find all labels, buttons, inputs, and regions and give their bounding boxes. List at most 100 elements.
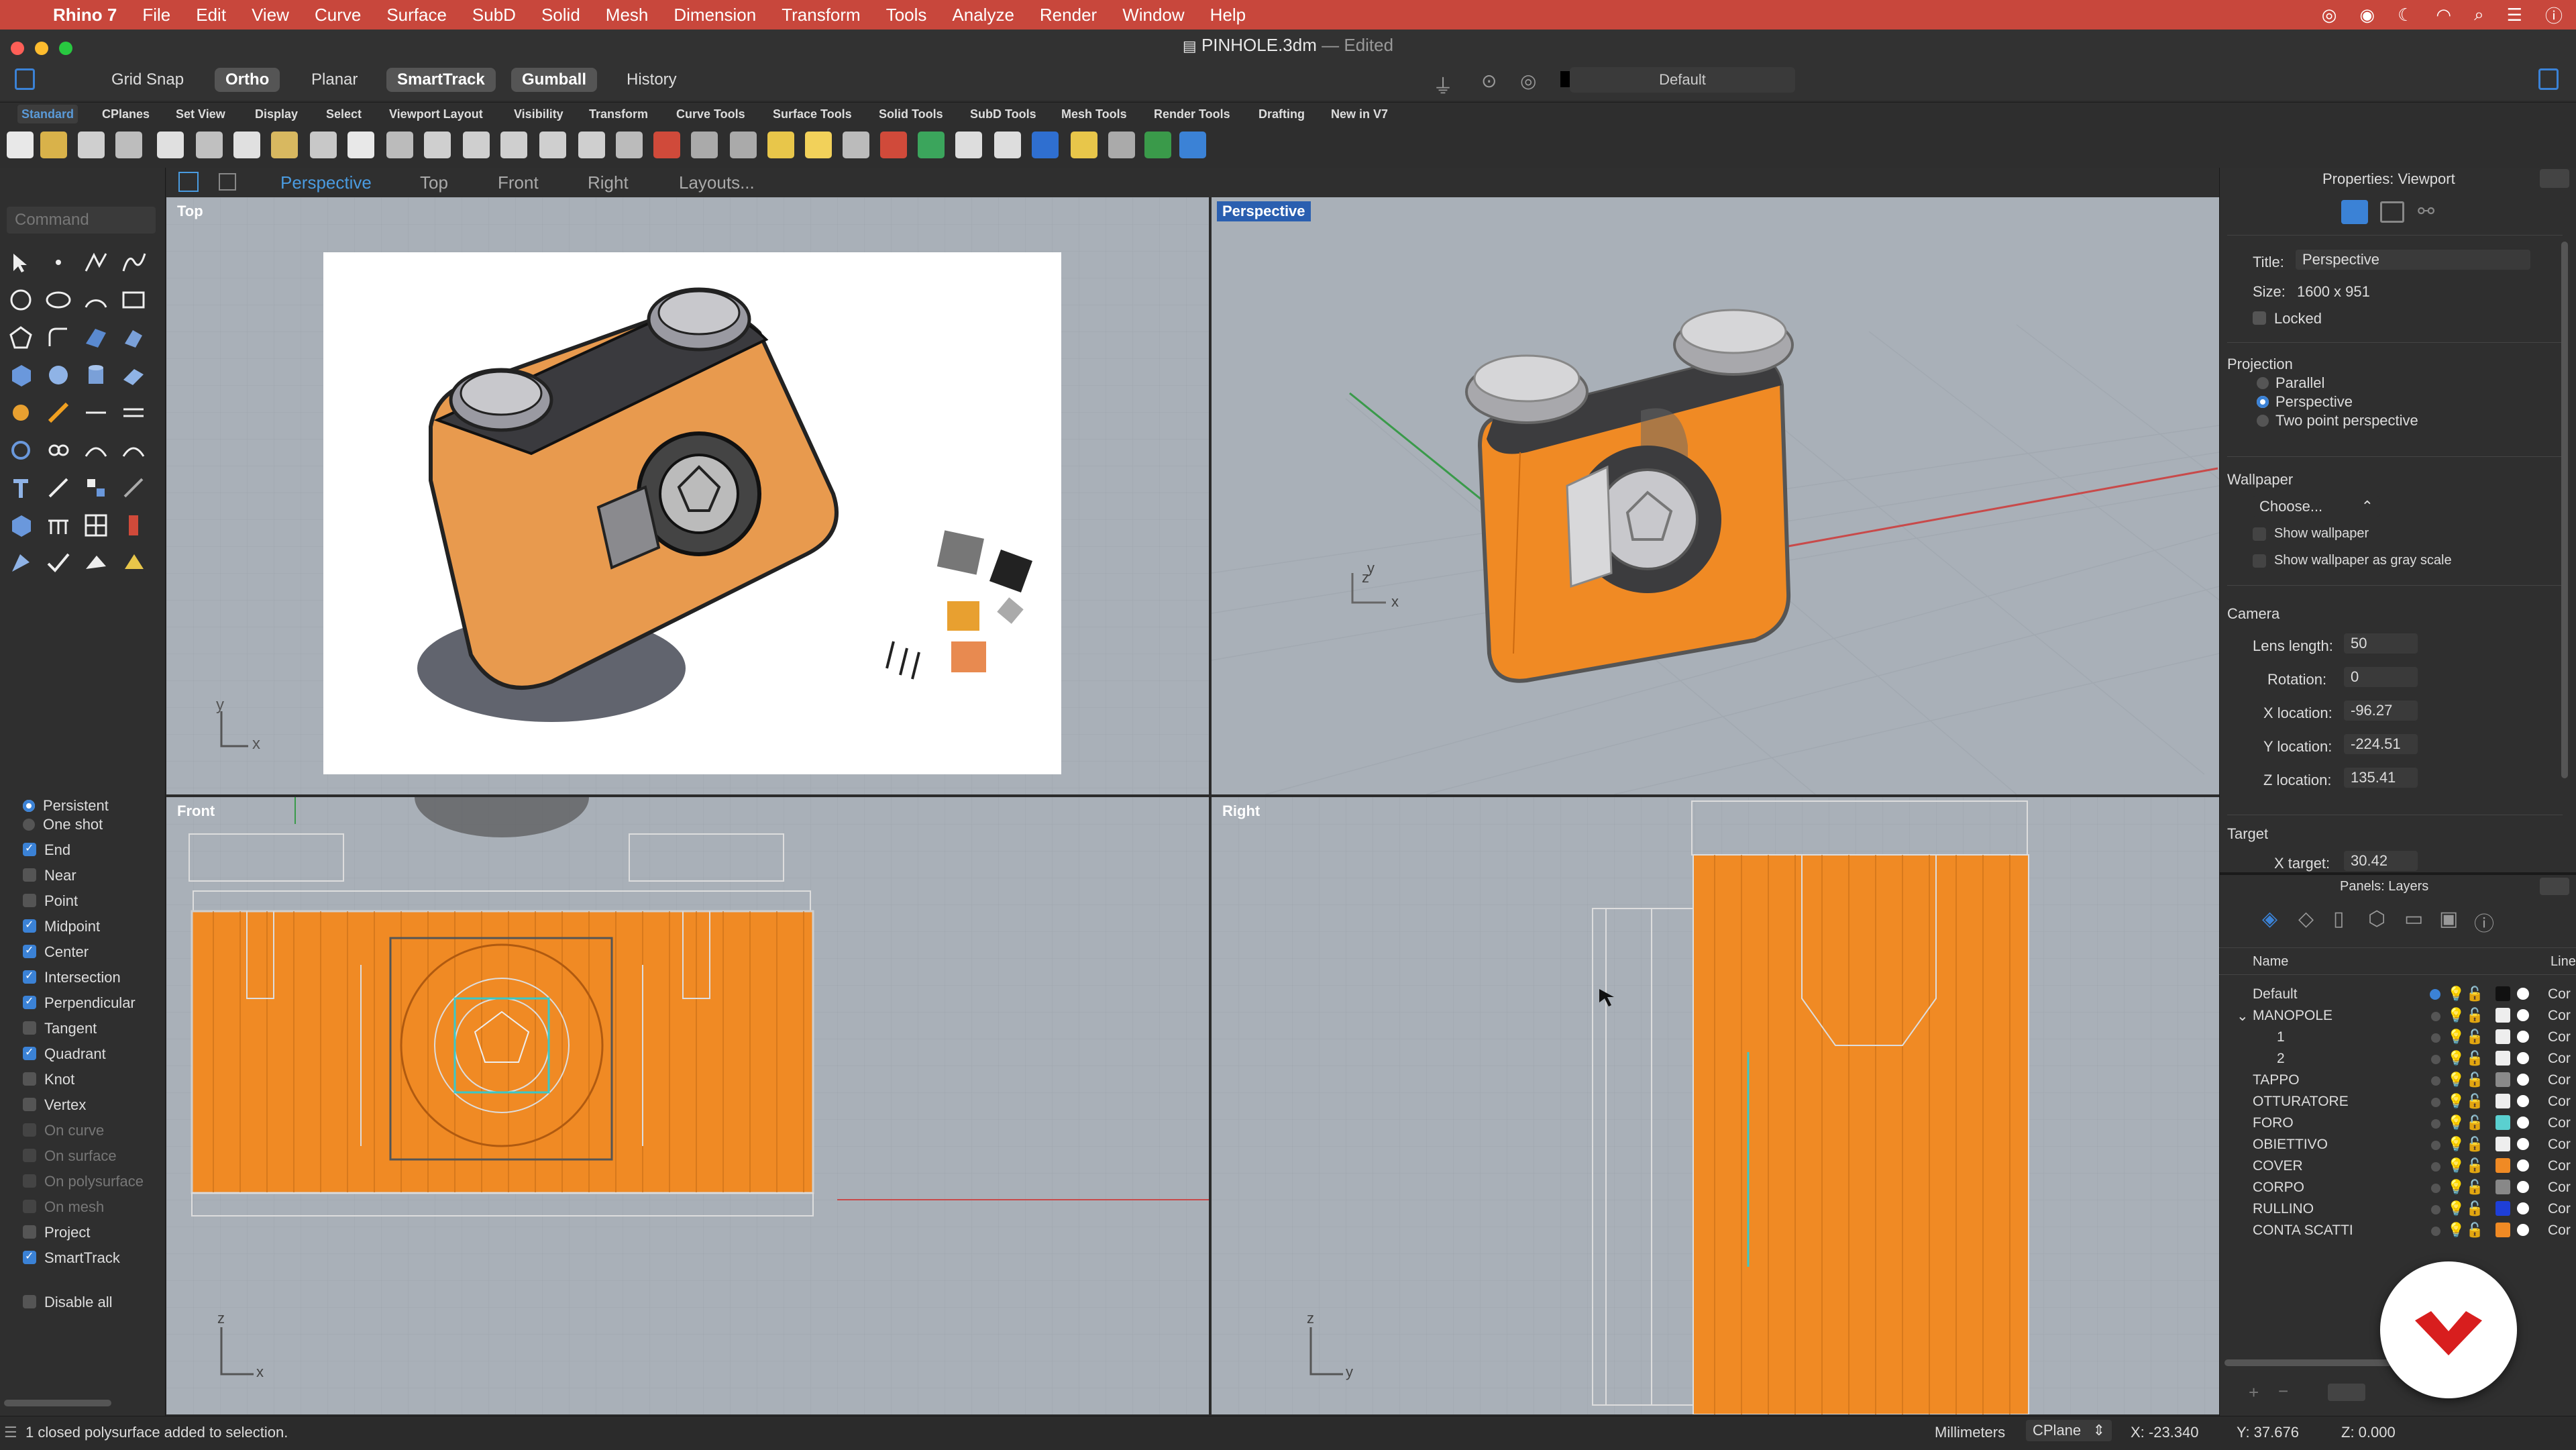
ortho-toggle[interactable]: Ortho (215, 68, 280, 92)
layers-icon[interactable] (880, 132, 907, 158)
layer-linetype[interactable]: Cor (2548, 1094, 2571, 1110)
gumball-toggle[interactable]: Gumball (511, 68, 598, 92)
layer-row-corpo[interactable]: CORPO 💡 🔓 Cor (2253, 1180, 2571, 1200)
viewport-label-front[interactable]: Front (172, 801, 220, 821)
menu-view[interactable]: View (239, 5, 302, 25)
layer-row-2[interactable]: 2 💡 🔓 Cor (2253, 1051, 2571, 1071)
viewport-perspective[interactable]: z y x Perspective (1212, 197, 2219, 794)
polyline-icon[interactable] (82, 248, 110, 276)
viewport-label-perspective[interactable]: Perspective (1217, 201, 1311, 221)
polygon-icon[interactable] (7, 323, 35, 352)
viewport-right[interactable]: z y Right (1212, 797, 2219, 1414)
tab-solid-tools[interactable]: Solid Tools (875, 105, 947, 123)
layer-material-icon[interactable] (2517, 1031, 2529, 1043)
osnap-disable-all-checkbox[interactable] (23, 1295, 36, 1308)
viewport-layout-grid-icon[interactable] (178, 172, 199, 192)
materials-tab-icon[interactable]: ◇ (2298, 907, 2314, 931)
menu-transform[interactable]: Transform (769, 5, 873, 25)
osnap-knot-checkbox[interactable] (23, 1072, 36, 1086)
ellipse-icon[interactable] (44, 286, 72, 314)
layer-color-swatch[interactable] (2496, 986, 2510, 1001)
rotate-view-icon[interactable] (386, 132, 413, 158)
layer-visible-bulb-icon[interactable]: 💡 (2447, 1029, 2465, 1045)
persistent-radio[interactable] (23, 800, 35, 812)
layer-linetype[interactable]: Cor (2548, 1201, 2571, 1217)
viewport-tab-top[interactable]: Top (420, 168, 448, 197)
menu-window[interactable]: Window (1110, 5, 1197, 25)
viewport-label-top[interactable]: Top (172, 201, 209, 221)
layer-lock-icon[interactable]: 🔓 (2466, 1137, 2483, 1153)
properties-settings-icon[interactable] (2540, 169, 2569, 188)
osnap-point-checkbox[interactable] (23, 894, 36, 907)
z-location-field[interactable]: 135.41 (2344, 768, 2418, 788)
print-icon[interactable] (115, 132, 142, 158)
layer-visible-bulb-icon[interactable]: 💡 (2447, 1158, 2465, 1174)
layer-visible-bulb-icon[interactable]: 💡 (2447, 1051, 2465, 1067)
four-viewports-icon[interactable] (616, 132, 643, 158)
layer-lock-icon[interactable]: 🔓 (2466, 1094, 2483, 1110)
osnap-smarttrack-checkbox[interactable] (23, 1249, 36, 1264)
current-layer-indicator-icon[interactable] (2430, 989, 2440, 1000)
history-toggle[interactable]: History (616, 68, 688, 92)
new-layer-icon[interactable]: + (2249, 1382, 2259, 1403)
layer-options-icon[interactable] (2328, 1384, 2365, 1401)
osnap-tangent-checkbox[interactable] (23, 1021, 36, 1035)
layer-lock-icon[interactable]: 🔓 (2466, 1223, 2483, 1239)
lens-length-field[interactable]: 50 (2344, 633, 2418, 654)
cplane-icon[interactable] (691, 132, 718, 158)
layer-color-swatch[interactable] (2496, 1094, 2510, 1108)
layer-lock-icon[interactable]: 🔓 (2466, 1072, 2483, 1088)
set-current-icon[interactable] (2431, 1162, 2440, 1172)
layer-lock-icon[interactable]: 🔓 (2466, 1008, 2483, 1024)
color-wheel-icon[interactable] (918, 132, 945, 158)
cplane-dropdown[interactable]: CPlane ⇕ (2026, 1420, 2112, 1441)
layer-lock-icon[interactable]: 🔓 (2466, 1051, 2483, 1067)
filter-icon[interactable]: ⏚ (1433, 70, 1453, 99)
layer-row-manopole[interactable]: ⌄ MANOPOLE 💡 🔓 Cor (2237, 1008, 2571, 1028)
projection-parallel-radio[interactable] (2257, 377, 2269, 389)
set-current-icon[interactable] (2431, 1205, 2440, 1214)
osnap-end-checkbox[interactable] (23, 841, 36, 856)
layer-linetype[interactable]: Cor (2548, 1008, 2571, 1024)
scale-icon[interactable] (82, 474, 110, 502)
osnap-midpoint-checkbox[interactable] (23, 918, 36, 933)
array-icon[interactable] (7, 511, 35, 539)
circle-icon[interactable] (7, 286, 35, 314)
layer-color-swatch[interactable] (2496, 1115, 2510, 1130)
layer-lock-icon[interactable]: 🔓 (2466, 1115, 2483, 1131)
layer-row-rullino[interactable]: RULLINO 💡 🔓 Cor (2253, 1201, 2571, 1221)
sphere-icon[interactable] (44, 361, 72, 389)
right-sidebar-toggle-icon[interactable] (2538, 68, 2559, 90)
layer-visible-bulb-icon[interactable]: 💡 (2447, 1180, 2465, 1196)
set-current-icon[interactable] (2431, 1012, 2440, 1021)
undo-view-icon[interactable] (578, 132, 605, 158)
layers-hscrollbar[interactable] (2224, 1359, 2392, 1366)
cut-icon[interactable] (196, 132, 223, 158)
layer-hidden-bulb-icon[interactable]: 💡 (2447, 1201, 2465, 1217)
dark-mode-icon[interactable]: ☾ (2398, 5, 2413, 25)
layer-material-icon[interactable] (2517, 1117, 2529, 1129)
layer-visible-bulb-icon[interactable]: 💡 (2447, 1094, 2465, 1110)
tab-select[interactable]: Select (322, 105, 366, 123)
delete-layer-icon[interactable]: − (2278, 1381, 2288, 1402)
menu-analyze[interactable]: Analyze (939, 5, 1027, 25)
viewport-tab-right[interactable]: Right (588, 168, 629, 197)
paste-icon[interactable] (271, 132, 298, 158)
layer-linetype[interactable]: Cor (2548, 1137, 2571, 1153)
tab-visibility[interactable]: Visibility (510, 105, 568, 123)
copy-icon[interactable] (233, 132, 260, 158)
x-target-field[interactable]: 30.42 (2344, 851, 2418, 871)
layer-visible-bulb-icon[interactable]: 💡 (2447, 1223, 2465, 1239)
current-layer-dropdown[interactable]: Default (1570, 67, 1795, 93)
tab-display[interactable]: Display (251, 105, 302, 123)
tab-render-tools[interactable]: Render Tools (1150, 105, 1234, 123)
layer-color-swatch[interactable] (2496, 1137, 2510, 1151)
layer-row-obiettivo[interactable]: OBIETTIVO 💡 🔓 Cor (2253, 1137, 2571, 1157)
layer-visible-bulb-icon[interactable]: 💡 (2447, 986, 2465, 1002)
layer-color-swatch[interactable] (2496, 1072, 2510, 1087)
tab-new-in-v7[interactable]: New in V7 (1327, 105, 1392, 123)
layer-material-icon[interactable] (2517, 1202, 2529, 1214)
render-sphere-icon[interactable] (955, 132, 982, 158)
layers-col-name[interactable]: Name (2253, 954, 2288, 970)
menu-help[interactable]: Help (1197, 5, 1258, 25)
